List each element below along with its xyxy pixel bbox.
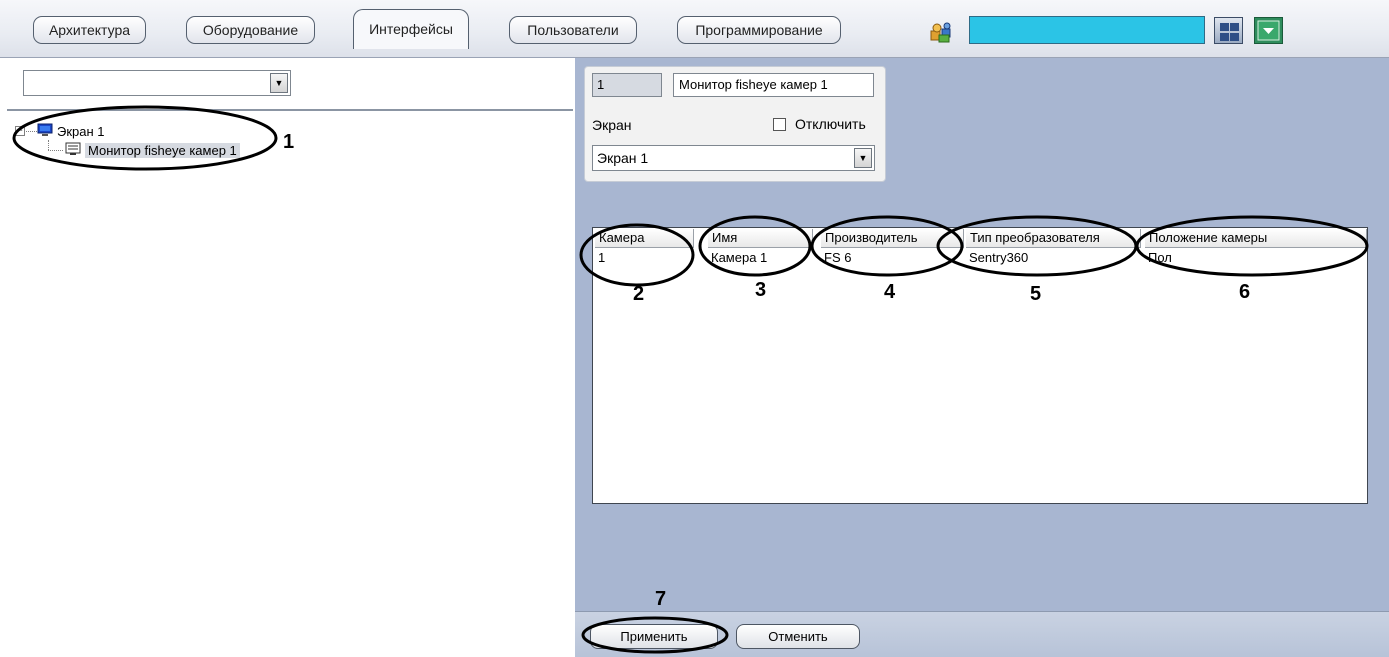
user-group-icon[interactable]	[929, 22, 955, 44]
tree-node-screen[interactable]: Экран 1	[37, 122, 105, 142]
tab-programming[interactable]: Программирование	[677, 16, 841, 44]
screen-select-value: Экран 1	[597, 150, 649, 166]
callout-number: 5	[1030, 283, 1042, 305]
main-tab-bar: Архитектура Оборудование Пользователи Пр…	[0, 0, 1389, 58]
cancel-button[interactable]: Отменить	[736, 624, 860, 649]
search-input[interactable]	[969, 16, 1205, 44]
tab-users[interactable]: Пользователи	[509, 16, 637, 44]
column-header-manufacturer[interactable]: Производитель	[821, 229, 964, 248]
dropdown-menu-icon[interactable]	[1254, 17, 1283, 44]
callout-number: 4	[884, 281, 896, 303]
tree-line	[48, 150, 63, 151]
cell-manufacturer[interactable]: FS 6	[821, 249, 964, 267]
disable-checkbox-label[interactable]: Отключить	[795, 116, 866, 132]
object-id-field[interactable]: 1	[592, 73, 662, 97]
callout-number: 3	[755, 279, 767, 301]
callout-number: 1	[283, 131, 295, 153]
monitor-properties-group: 1 Монитор fisheye камер 1 Экран Отключит…	[584, 66, 886, 182]
callout-number: 6	[1239, 281, 1251, 303]
disable-checkbox[interactable]	[773, 118, 786, 131]
cell-camera[interactable]: 1	[595, 249, 694, 267]
layout-grid-icon[interactable]	[1214, 17, 1243, 44]
camera-table: Камера Имя Производитель Тип преобразова…	[592, 227, 1368, 504]
screen-label: Экран	[592, 117, 632, 133]
column-header-camera-position[interactable]: Положение камеры	[1145, 229, 1367, 248]
column-header-name[interactable]: Имя	[708, 229, 813, 248]
object-type-select[interactable]: ▼	[23, 70, 291, 96]
tab-architecture[interactable]: Архитектура	[33, 16, 146, 44]
cell-converter-type[interactable]: Sentry360	[966, 249, 1141, 267]
tab-equipment[interactable]: Оборудование	[186, 16, 315, 44]
cell-camera-position[interactable]: Пол	[1145, 249, 1367, 267]
callout-number: 2	[633, 283, 645, 305]
divider	[7, 109, 573, 111]
action-bar: Применить Отменить	[575, 611, 1389, 657]
tree-collapse-icon[interactable]: −	[15, 126, 25, 136]
column-header-camera[interactable]: Камера	[595, 229, 694, 248]
tree-node-fisheye-monitor[interactable]: Монитор fisheye камер 1	[65, 141, 240, 161]
cell-name[interactable]: Камера 1	[708, 249, 813, 267]
callout-number: 7	[655, 588, 667, 610]
column-header-converter-type[interactable]: Тип преобразователя	[966, 229, 1141, 248]
object-tree-panel: ▼ − Экран 1 Монитор fisheye камер 1 1	[7, 58, 573, 657]
tree-node-label: Экран 1	[57, 124, 105, 139]
object-name-field[interactable]: Монитор fisheye камер 1	[673, 73, 874, 97]
settings-panel: 1 Монитор fisheye камер 1 Экран Отключит…	[575, 58, 1389, 657]
apply-button[interactable]: Применить	[590, 624, 718, 649]
tree-line	[26, 131, 37, 132]
chevron-down-icon[interactable]: ▼	[270, 73, 288, 93]
screen-select[interactable]: Экран 1 ▼	[592, 145, 875, 171]
tab-interfaces[interactable]: Интерфейсы	[353, 9, 469, 49]
monitor-icon	[37, 123, 53, 143]
tree-node-label: Монитор fisheye камер 1	[85, 143, 240, 158]
chevron-down-icon[interactable]: ▼	[854, 148, 872, 168]
fisheye-monitor-icon	[65, 142, 81, 162]
